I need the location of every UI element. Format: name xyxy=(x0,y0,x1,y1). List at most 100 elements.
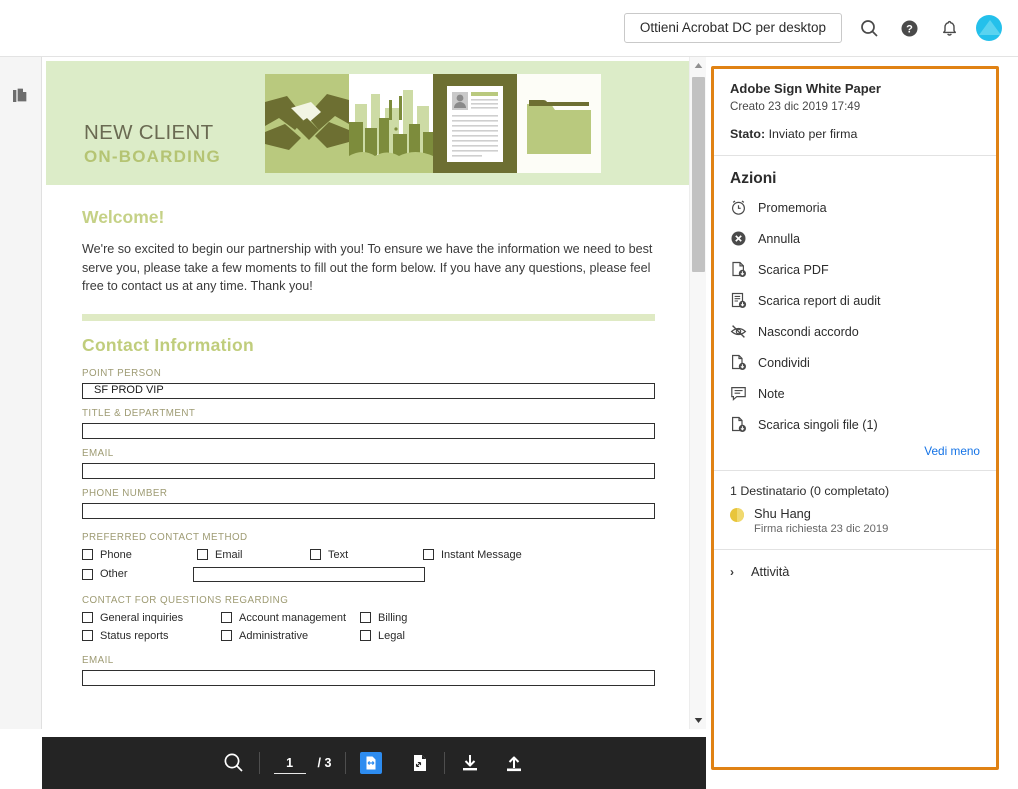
left-rail xyxy=(0,57,42,729)
download-icon xyxy=(463,755,478,771)
welcome-paragraph: We're so excited to begin our partnershi… xyxy=(82,242,653,293)
field-input-email-bottom[interactable] xyxy=(82,669,655,686)
page-thumbnails-icon[interactable] xyxy=(8,83,34,109)
checkbox-item-phone[interactable]: Phone xyxy=(82,549,197,561)
checkbox-item-administrative[interactable]: Administrative xyxy=(221,630,360,642)
action-download-individual-files[interactable]: Scarica singoli file (1) xyxy=(714,409,996,440)
share-document-icon xyxy=(730,354,747,371)
checkbox-item-status-reports[interactable]: Status reports xyxy=(82,630,221,642)
toolbar-search-icon[interactable] xyxy=(223,752,245,774)
action-cancel[interactable]: Annulla xyxy=(714,223,996,254)
checkbox-label-phone: Phone xyxy=(100,548,132,561)
document-viewport[interactable]: NEW CLIENT ON-BOARDING Welcome! We're so… xyxy=(42,57,706,729)
agreement-details-panel: Adobe Sign White Paper Creato 23 dic 201… xyxy=(711,66,999,770)
see-less-link[interactable]: Vedi meno xyxy=(714,440,996,470)
checkbox-item-other[interactable]: Other xyxy=(82,568,193,580)
search-icon[interactable] xyxy=(856,15,882,41)
action-download-audit-report[interactable]: Scarica report di audit xyxy=(714,285,996,316)
field-input-title-department[interactable] xyxy=(82,422,655,439)
checkbox-phone[interactable] xyxy=(82,549,93,560)
field-label-email: EMAIL xyxy=(82,447,114,459)
checkbox-billing[interactable] xyxy=(360,612,371,623)
document-banner: NEW CLIENT ON-BOARDING xyxy=(46,61,691,185)
agreement-created-date: Creato 23 dic 2019 17:49 xyxy=(730,100,861,113)
document-scrollbar[interactable] xyxy=(689,57,706,729)
toolbar-separator-1 xyxy=(258,752,260,774)
cityscape-illustration xyxy=(349,74,433,173)
toolbar-separator-3 xyxy=(444,752,446,774)
action-share[interactable]: Condividi xyxy=(714,347,996,378)
checkbox-label-text: Text xyxy=(328,548,349,561)
checkbox-label-administrative: Administrative xyxy=(239,629,309,642)
scroll-down-arrow-icon[interactable] xyxy=(690,712,707,729)
checkbox-item-email[interactable]: Email xyxy=(197,549,310,561)
action-label-share: Condividi xyxy=(758,355,810,370)
welcome-heading: Welcome! xyxy=(82,207,165,227)
checkbox-item-text[interactable]: Text xyxy=(310,549,423,561)
field-label-email-bottom: EMAIL xyxy=(82,654,114,666)
agreement-summary-section: Adobe Sign White Paper Creato 23 dic 201… xyxy=(714,69,996,155)
checkbox-item-general-inquiries[interactable]: General inquiries xyxy=(82,612,221,624)
resume-document-illustration xyxy=(433,74,517,173)
fit-page-button[interactable] xyxy=(410,753,430,773)
agreement-status: Stato: Inviato per firma xyxy=(730,127,980,141)
checkbox-account-management[interactable] xyxy=(221,612,232,623)
checkbox-email[interactable] xyxy=(197,549,208,560)
recipients-heading: 1 Destinatario (0 completato) xyxy=(730,484,890,498)
recipient-status-text: Firma richiesta 23 dic 2019 xyxy=(754,523,889,535)
preferred-contact-method-label: PREFERRED CONTACT METHOD xyxy=(82,531,248,543)
hide-eye-icon xyxy=(730,323,747,340)
checkbox-administrative[interactable] xyxy=(221,630,232,641)
help-icon[interactable]: ? xyxy=(896,15,922,41)
checkbox-status-reports[interactable] xyxy=(82,630,93,641)
fit-width-button[interactable] xyxy=(360,752,383,774)
banner-title-line1: NEW CLIENT xyxy=(84,121,214,144)
checkbox-other[interactable] xyxy=(82,568,93,580)
action-download-pdf[interactable]: Scarica PDF xyxy=(714,254,996,285)
alarm-clock-icon xyxy=(730,199,747,216)
action-label-download-audit-report: Scarica report di audit xyxy=(758,293,881,308)
checkbox-legal[interactable] xyxy=(360,630,371,641)
banner-title-line2: ON-BOARDING xyxy=(84,147,221,166)
recipient-status-dot-icon xyxy=(730,508,744,522)
action-label-hide-agreement: Nascondi accordo xyxy=(758,324,859,339)
checkbox-instant-message[interactable] xyxy=(423,549,434,560)
action-reminder[interactable]: Promemoria xyxy=(714,192,996,223)
contact-for-questions-row-2: Status reports Administrative Legal xyxy=(82,630,655,642)
user-avatar[interactable] xyxy=(976,15,1002,41)
get-acrobat-desktop-button[interactable]: Ottieni Acrobat DC per desktop xyxy=(623,13,842,43)
checkbox-text[interactable] xyxy=(310,549,321,560)
banner-artwork xyxy=(265,74,601,173)
checkbox-item-account-management[interactable]: Account management xyxy=(221,612,360,624)
fit-page-icon xyxy=(414,755,427,771)
checkbox-item-legal[interactable]: Legal xyxy=(360,630,405,642)
checkbox-label-other: Other xyxy=(100,568,128,580)
scroll-up-arrow-icon[interactable] xyxy=(690,57,707,74)
agreement-title: Adobe Sign White Paper xyxy=(730,81,881,96)
field-input-email[interactable] xyxy=(82,462,655,479)
fit-width-icon[interactable] xyxy=(360,752,383,774)
download-button[interactable] xyxy=(459,752,481,774)
action-hide-agreement[interactable]: Nascondi accordo xyxy=(714,316,996,347)
handshake-illustration xyxy=(265,74,349,173)
recipient-row[interactable]: Shu Hang Firma richiesta 23 dic 2019 xyxy=(714,506,996,549)
field-input-point-person[interactable]: SF PROD VIP xyxy=(82,382,655,399)
upload-button[interactable] xyxy=(503,752,525,774)
checkbox-label-billing: Billing xyxy=(378,611,408,624)
action-notes[interactable]: Note xyxy=(714,378,996,409)
action-label-download-pdf: Scarica PDF xyxy=(758,262,829,277)
comment-note-icon xyxy=(730,385,747,402)
notification-bell-icon[interactable] xyxy=(936,15,962,41)
field-input-other[interactable] xyxy=(193,566,425,582)
scrollbar-thumb[interactable] xyxy=(692,77,705,272)
cancel-circle-icon xyxy=(730,230,747,247)
checkbox-item-instant-message[interactable]: Instant Message xyxy=(423,549,522,561)
page-number-input[interactable] xyxy=(273,752,306,774)
checkbox-item-billing[interactable]: Billing xyxy=(360,612,407,624)
checkbox-general-inquiries[interactable] xyxy=(82,612,93,623)
activity-section-toggle[interactable]: › Attività xyxy=(714,550,996,593)
preferred-contact-method-row-1: Phone Email Text Instant Message xyxy=(82,549,655,561)
status-label: Stato: xyxy=(730,127,766,141)
field-input-phone-number[interactable] xyxy=(82,502,655,519)
document-content: Welcome! We're so excited to begin our p… xyxy=(46,185,691,686)
